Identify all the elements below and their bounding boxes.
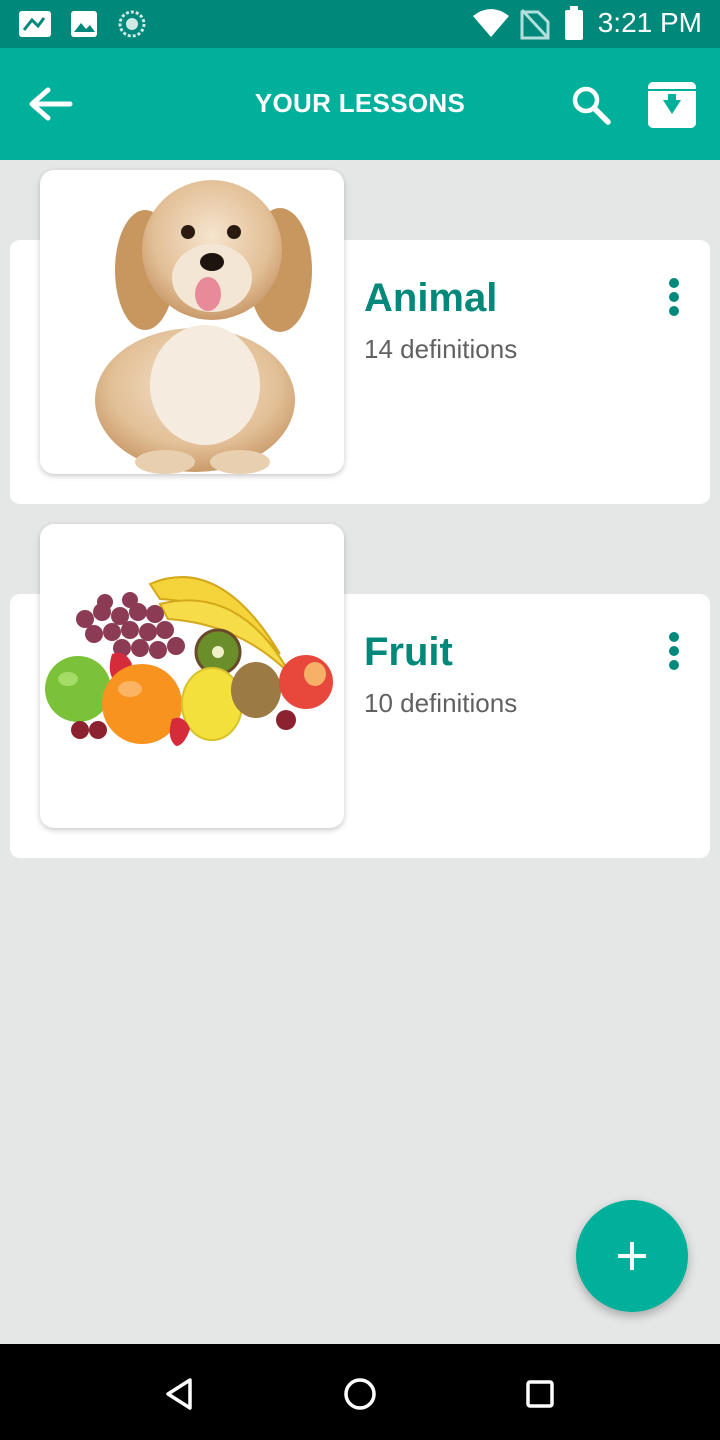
fruit-image (45, 576, 333, 746)
image-icon (71, 11, 97, 37)
recents-square-icon[interactable] (520, 1374, 560, 1414)
app-bar: YOUR LESSONS (0, 48, 720, 160)
archive-download-icon[interactable] (646, 78, 698, 130)
lesson-title-animal: Animal (364, 276, 498, 320)
status-clock: 3:21 PM (597, 7, 702, 38)
battery-icon (565, 6, 583, 40)
lesson-thumbnail-puppy[interactable] (40, 170, 344, 474)
plus-icon (618, 1242, 646, 1270)
wifi-icon (473, 9, 509, 37)
more-options-icon[interactable] (654, 630, 694, 680)
navigation-bar (0, 1344, 720, 1440)
more-options-icon[interactable] (654, 276, 694, 326)
lesson-title-fruit: Fruit (364, 630, 453, 674)
add-lesson-button[interactable] (576, 1200, 688, 1312)
status-bar: 3:21 PM (0, 0, 720, 48)
sync-icon (118, 10, 146, 38)
mail-icon (19, 11, 51, 37)
lesson-count-animal: 14 definitions (364, 334, 518, 364)
no-signal-icon (520, 8, 550, 40)
search-icon[interactable] (570, 84, 612, 126)
puppy-image (95, 180, 312, 474)
page-title: YOUR LESSONS (254, 88, 466, 118)
back-triangle-icon[interactable] (160, 1374, 200, 1414)
lesson-thumbnail-fruit[interactable] (40, 524, 344, 828)
lesson-count-fruit: 10 definitions (364, 688, 518, 718)
home-circle-icon[interactable] (340, 1374, 380, 1414)
